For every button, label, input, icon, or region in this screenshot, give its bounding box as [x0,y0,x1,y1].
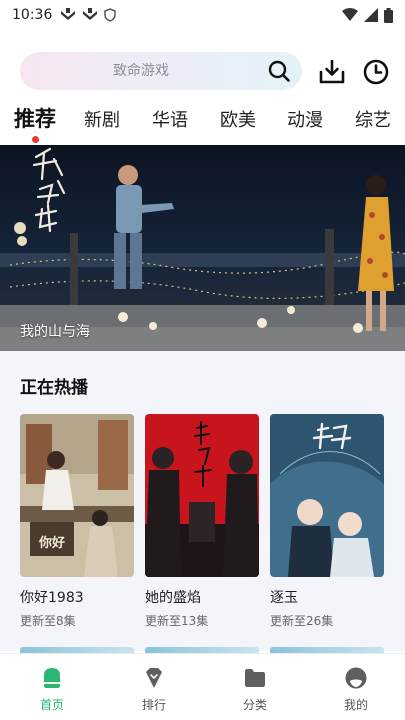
tab-active-dot [32,136,39,143]
status-bar: 10:36 [0,0,405,30]
drama-update-status: 更新至26集 [270,614,334,628]
bottom-navigation: 首页 排行 分类 我的 [0,653,405,720]
tab-new[interactable]: 新剧 [84,106,120,132]
search-bar-row: 致命游戏 [0,48,405,94]
tab-western[interactable]: 欧美 [220,106,256,132]
notification-icon [61,8,76,20]
battery-icon [384,7,393,23]
drama-poster[interactable] [145,414,259,577]
nav-category[interactable]: 分类 [215,666,295,713]
drama-poster[interactable]: 你好 [20,414,134,577]
wifi-icon [342,8,358,21]
section-title: 正在热播 [20,378,88,398]
drama-update-status: 更新至13集 [145,614,209,628]
search-icon[interactable] [268,60,290,82]
tab-chinese[interactable]: 华语 [152,106,188,132]
home-icon[interactable] [40,666,64,690]
nav-home-label[interactable]: 首页 [12,696,92,713]
status-notification-icons [60,8,117,22]
nav-profile[interactable]: 我的 [316,666,396,713]
banner[interactable]: 我的山与海 [0,145,405,351]
status-system-icons [342,7,393,23]
drama-card[interactable]: 逐玉 更新至26集 [270,414,384,629]
drama-poster[interactable] [270,414,384,577]
nav-home[interactable]: 首页 [12,666,92,713]
tab-anime[interactable]: 动漫 [287,106,323,132]
notification-icon [83,8,98,20]
banner-caption: 我的山与海 [20,324,90,340]
drama-update-status: 更新至8集 [20,614,76,628]
search-placeholder[interactable]: 致命游戏 [20,52,262,90]
tab-variety[interactable]: 综艺 [355,106,391,132]
nav-ranking-label[interactable]: 排行 [114,696,194,713]
now-playing-section: 正在热播 你好 你好1983 更新至8集 她的盛焰 更新至13集 逐玉 更新至2… [0,351,405,653]
tab-recommend[interactable]: 推荐 [14,103,56,133]
drama-title: 她的盛焰 [145,590,201,606]
ranking-icon[interactable] [142,666,166,690]
category-tabs: 推荐 新剧 华语 欧美 动漫 综艺 [0,100,405,143]
drama-card[interactable]: 她的盛焰 更新至13集 [145,414,259,629]
search-box[interactable]: 致命游戏 [20,52,302,90]
status-time: 10:36 [12,7,53,23]
shield-icon [104,8,117,22]
nav-ranking[interactable]: 排行 [114,666,194,713]
drama-title: 你好1983 [20,590,84,606]
drama-card[interactable]: 你好 你好1983 更新至8集 [20,414,134,629]
folder-icon[interactable] [243,666,267,690]
nav-category-label[interactable]: 分类 [215,696,295,713]
profile-icon[interactable] [344,666,368,690]
signal-icon [364,8,378,22]
svg-text:你好: 你好 [38,535,65,551]
history-icon[interactable] [362,58,390,86]
download-icon[interactable] [318,58,346,86]
drama-title: 逐玉 [270,590,298,606]
nav-profile-label[interactable]: 我的 [316,696,396,713]
